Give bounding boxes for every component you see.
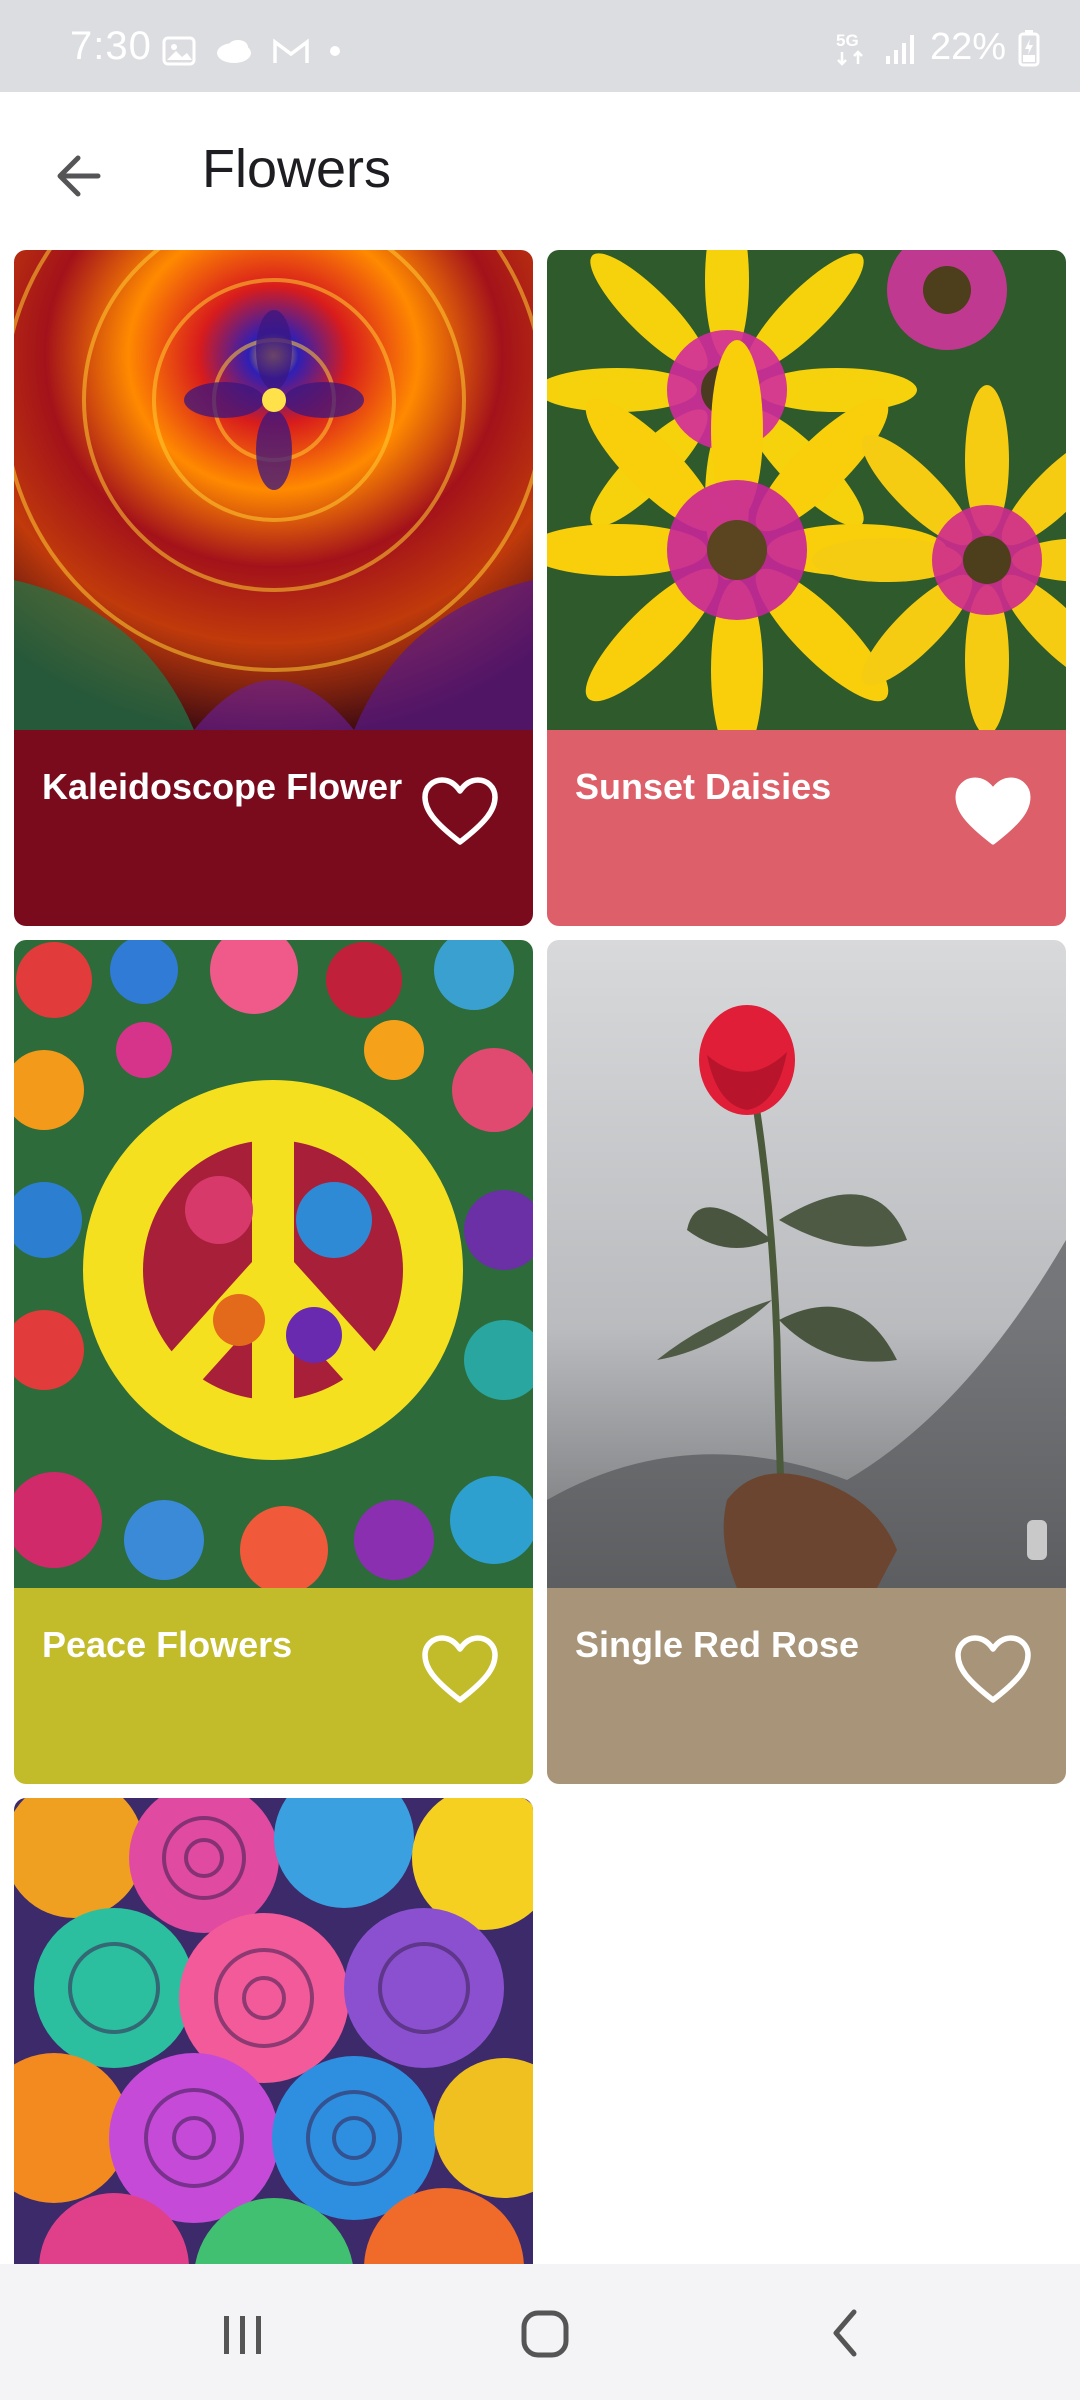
svg-text:5G: 5G — [836, 31, 859, 50]
battery-icon — [1018, 29, 1040, 66]
card-footer: Kaleidoscope Flower — [14, 730, 533, 926]
app-bar: Flowers — [0, 92, 1080, 248]
favorite-button[interactable] — [953, 776, 1033, 848]
card-image — [14, 940, 533, 1588]
heart-outline-icon — [422, 777, 498, 845]
card-single-red-rose[interactable]: Single Red Rose — [547, 940, 1066, 1784]
card-rainbow-roses[interactable] — [14, 1798, 533, 2264]
notification-icons — [162, 36, 342, 66]
card-image — [14, 1798, 533, 2264]
back-button[interactable] — [40, 136, 120, 216]
arrow-left-icon — [57, 155, 101, 197]
favorite-button[interactable] — [420, 1634, 500, 1706]
battery-percent: 22% — [929, 26, 1006, 68]
back-nav-button[interactable] — [802, 2298, 892, 2368]
gallery-icon — [162, 36, 196, 66]
card-image — [14, 250, 533, 730]
card-footer: Sunset Daisies — [547, 730, 1066, 926]
heart-filled-icon — [955, 777, 1031, 845]
system-nav-bar — [0, 2264, 1080, 2400]
status-time: 7:30 — [70, 24, 152, 68]
card-title: Kaleidoscope Flower — [42, 766, 403, 807]
home-button[interactable] — [500, 2298, 590, 2368]
back-icon — [833, 2309, 857, 2357]
card-sunset-daisies[interactable]: Sunset Daisies — [547, 250, 1066, 926]
signal-icon — [885, 34, 914, 64]
favorite-button[interactable] — [953, 1634, 1033, 1706]
card-title: Single Red Rose — [575, 1624, 860, 1665]
card-image — [547, 940, 1066, 1588]
card-kaleidoscope-flower[interactable]: Kaleidoscope Flower — [14, 250, 533, 926]
system-icons: 5G 22% — [834, 26, 1040, 69]
recents-button[interactable] — [198, 2298, 288, 2368]
home-icon — [521, 2310, 569, 2358]
heart-outline-icon — [422, 1635, 498, 1703]
favorite-button[interactable] — [420, 776, 500, 848]
status-bar: 7:30 5G 22% — [0, 0, 1080, 92]
card-image — [547, 250, 1066, 730]
5g-icon: 5G — [836, 31, 863, 66]
card-footer: Peace Flowers — [14, 1588, 533, 1784]
card-title: Sunset Daisies — [575, 766, 832, 807]
heart-outline-icon — [955, 1635, 1031, 1703]
card-footer: Single Red Rose — [547, 1588, 1066, 1784]
dot-icon — [330, 46, 340, 56]
cloud-icon — [217, 40, 251, 63]
card-peace-flowers[interactable]: Peace Flowers — [14, 940, 533, 1784]
gmail-icon — [273, 38, 309, 63]
wallpaper-grid: Kaleidoscope Flower Sunset Daisies Peace… — [0, 248, 1080, 2264]
recents-icon — [224, 2316, 261, 2354]
page-title: Flowers — [202, 139, 392, 199]
card-title: Peace Flowers — [42, 1624, 293, 1665]
